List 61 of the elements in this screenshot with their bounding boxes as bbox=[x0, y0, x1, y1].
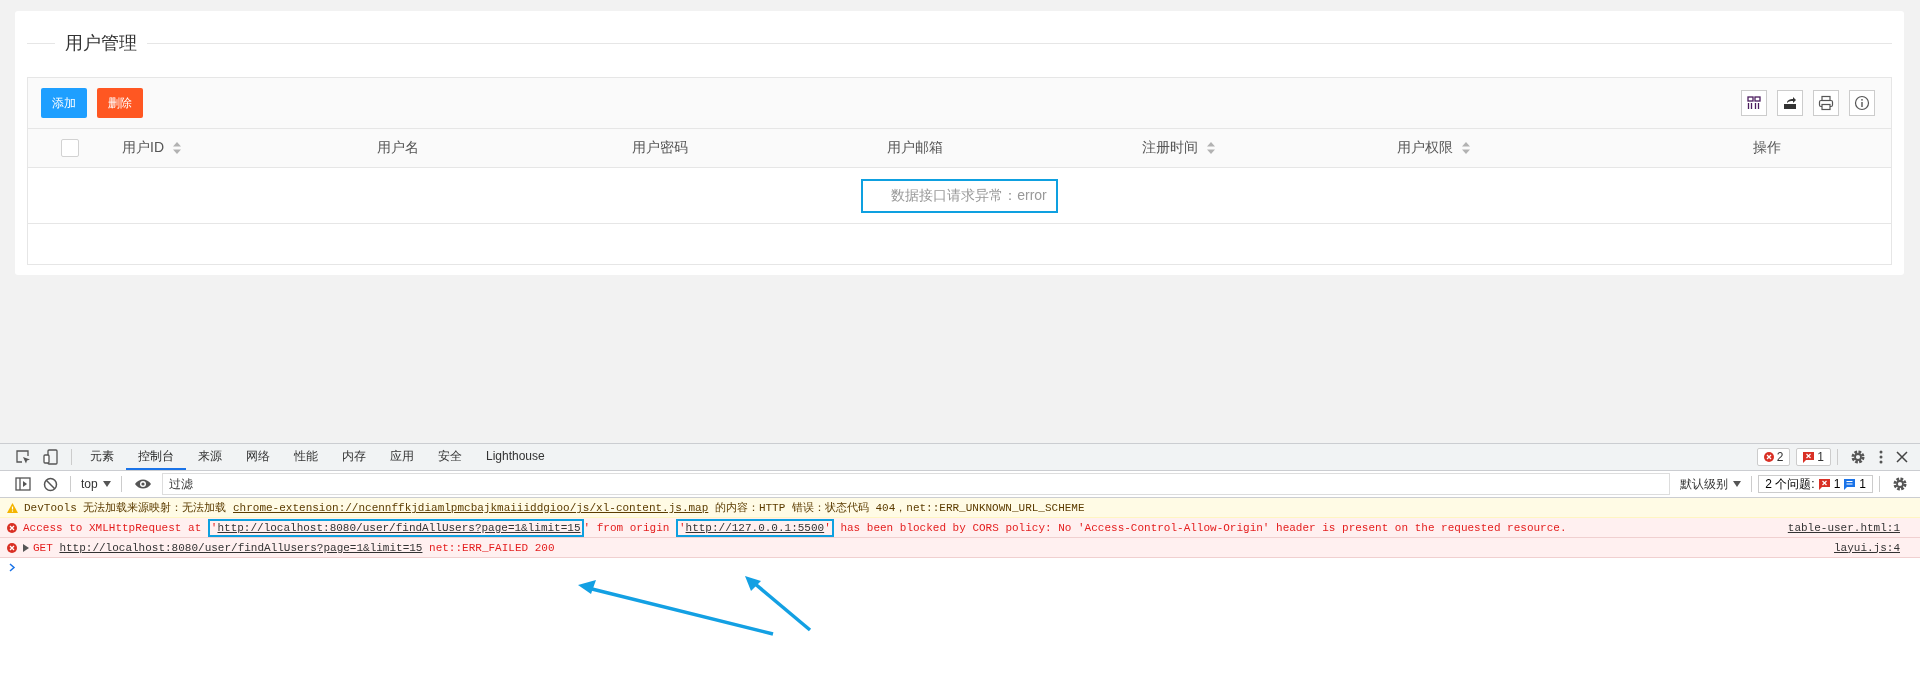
devtools-tab[interactable]: 控制台 bbox=[126, 444, 186, 470]
console-link[interactable]: http://localhost:8080/user/findAllUsers?page=1&limit=15 bbox=[59, 541, 423, 554]
context-dropdown[interactable]: top bbox=[77, 477, 115, 491]
flag-icon bbox=[1803, 451, 1815, 463]
columns-icon[interactable] bbox=[1741, 90, 1767, 116]
error-count-badge[interactable]: 2 bbox=[1756, 448, 1791, 466]
expand-triangle-icon[interactable] bbox=[23, 543, 29, 552]
console-message: DevTools 无法加载来源映射：无法加载 chrome-extension://ncennffkjdiamlpmcbajkmaiiiddgioo/js/xl-content.js.map 的内容：HTTP 错误：状态代码 404，net::ERR_UNKNOWN_URL_SCHEME bbox=[24, 501, 1085, 515]
console-link[interactable]: chrome-extension://ncennffkjdiamlpmcbajkmaiiiddgioo/js/xl-content.js.map bbox=[233, 502, 709, 514]
console-link[interactable]: http://127.0.0.1:5500 bbox=[685, 521, 825, 534]
error-message: 数据接口请求异常：error bbox=[861, 178, 1058, 213]
devtools-tab[interactable]: 来源 bbox=[186, 444, 234, 470]
message-icon bbox=[1844, 478, 1856, 490]
column-header: 用户权限 bbox=[1397, 139, 1453, 157]
column-header: 注册时间 bbox=[1142, 139, 1198, 157]
page-title: 用户管理 bbox=[64, 32, 138, 55]
source-link[interactable]: layui.js:4 bbox=[1834, 541, 1900, 554]
column-header: 用户密码 bbox=[632, 139, 688, 157]
inspect-icon[interactable] bbox=[15, 449, 31, 465]
close-icon[interactable] bbox=[1896, 451, 1908, 463]
error-icon bbox=[7, 542, 17, 553]
quote-mark: ' bbox=[824, 521, 831, 534]
prompt-icon bbox=[9, 562, 16, 572]
issue-count-badge[interactable]: 1 bbox=[1796, 448, 1831, 466]
caret-icon bbox=[1733, 481, 1742, 487]
column-header: 操作 bbox=[1752, 139, 1781, 157]
console-message: Access to XMLHttpRequest at 'http://localhost:8080/user/findAllUsers?page=1&limit=15 ' from origin 'http://127.0.0.1:5500' has been blocked by CORS policy: No 'Access-Control-Allow-Origin' header is present on the requested resource. bbox=[23, 521, 1567, 534]
devtools-tab[interactable]: 元素 bbox=[78, 444, 126, 470]
error-icon bbox=[7, 522, 17, 533]
devtools-tab[interactable]: 网络 bbox=[234, 444, 282, 470]
info-icon[interactable] bbox=[1849, 90, 1875, 116]
warning-icon bbox=[7, 502, 18, 513]
sidebar-toggle-icon[interactable] bbox=[15, 477, 31, 491]
print-icon[interactable] bbox=[1813, 90, 1839, 116]
quote-mark: ' bbox=[678, 521, 686, 534]
log-level-dropdown[interactable]: 默认级别 bbox=[1676, 475, 1746, 493]
column-header: 用户邮箱 bbox=[887, 139, 943, 157]
devtools-tab[interactable]: 安全 bbox=[426, 444, 474, 470]
quote-mark: ' bbox=[210, 521, 218, 534]
select-all-checkbox[interactable] bbox=[61, 139, 79, 157]
flag-icon bbox=[1818, 478, 1830, 490]
caret-icon bbox=[102, 481, 111, 487]
settings-icon[interactable] bbox=[1892, 476, 1908, 492]
source-link[interactable]: table-user.html:1 bbox=[1787, 521, 1900, 534]
export-icon[interactable] bbox=[1777, 90, 1803, 116]
device-icon[interactable] bbox=[43, 449, 59, 465]
column-header: 用户名 bbox=[377, 139, 419, 157]
filter-field[interactable]: 过滤 bbox=[161, 473, 1671, 495]
devtools-tab[interactable]: Lighthouse bbox=[474, 444, 557, 470]
console-message: GET http://localhost:8080/user/findAllUsers?page=1&limit=15 net::ERR_FAILED 200 bbox=[33, 541, 555, 554]
console-link[interactable]: http://localhost:8080/user/findAllUsers?page=1&limit=15 bbox=[217, 521, 581, 534]
settings-icon[interactable] bbox=[1850, 449, 1866, 465]
devtools-tab[interactable]: 内存 bbox=[330, 444, 378, 470]
column-header: 用户ID bbox=[122, 139, 164, 157]
clear-console-icon[interactable] bbox=[43, 476, 58, 492]
more-menu-icon[interactable] bbox=[1878, 449, 1884, 465]
devtools-tab[interactable]: 性能 bbox=[282, 444, 330, 470]
issues-button[interactable]: 2 个问题: 1 1 bbox=[1758, 475, 1873, 493]
error-icon bbox=[1763, 452, 1774, 462]
eye-icon[interactable] bbox=[133, 478, 152, 490]
devtools-tab[interactable]: 应用 bbox=[378, 444, 426, 470]
